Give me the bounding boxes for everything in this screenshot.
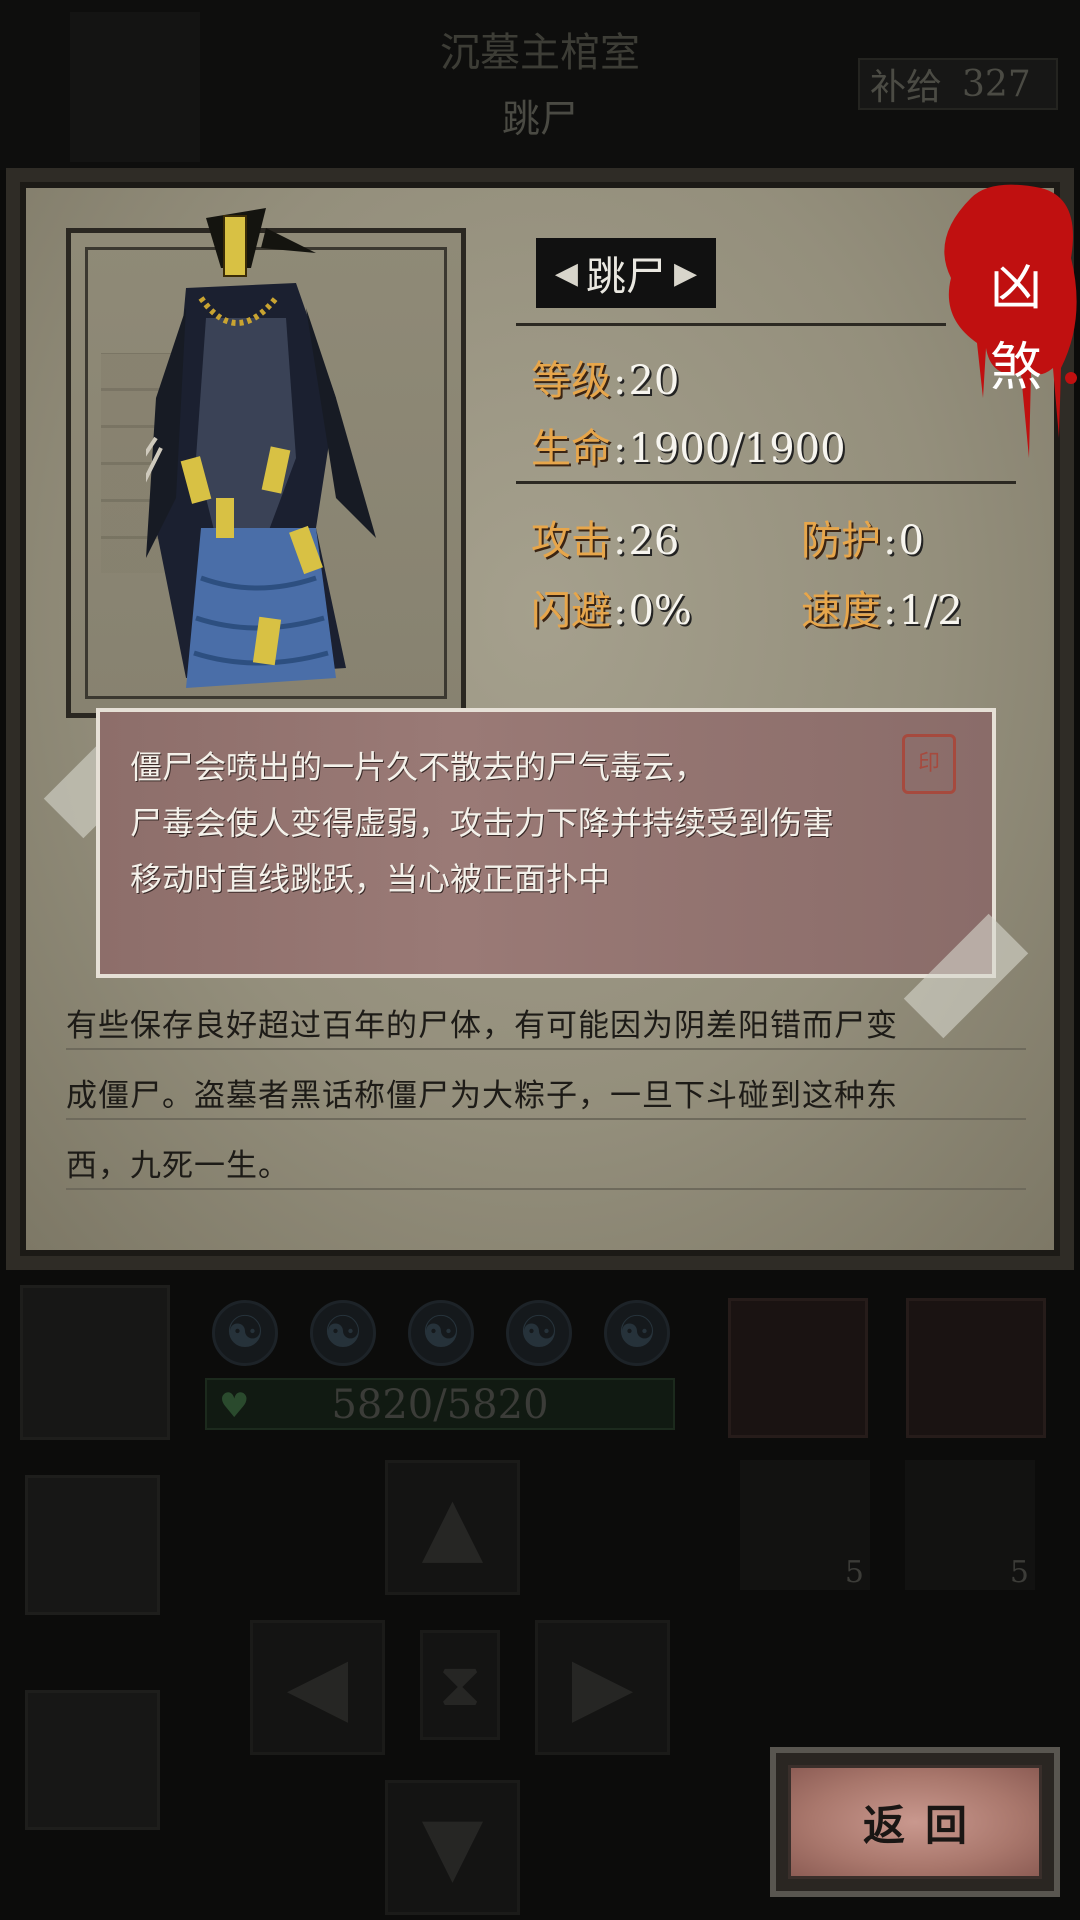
stat-value: 1/2 <box>898 588 963 634</box>
monster-name-plate: ◀ 跳尸 ▶ <box>536 238 716 308</box>
item-slot-2[interactable]: 5 <box>905 1460 1035 1590</box>
stat-label: 生命 <box>531 426 611 472</box>
lore-line: 成僵尸。盗墓者黑话称僵尸为大粽子，一旦下斗碰到这种东 <box>66 1078 898 1114</box>
yinyang-icon: ☯ <box>310 1300 376 1366</box>
supply-counter: 补给 327 <box>858 58 1058 110</box>
ability-line: 尸毒会使人变得虚弱，攻击力下降并持续受到伤害 <box>130 804 835 842</box>
stat-attack: 攻击:26 <box>531 508 679 566</box>
back-button-label: 返回 <box>862 1800 987 1850</box>
skill-slot-1[interactable] <box>728 1298 868 1438</box>
lore-line: 有些保存良好超过百年的尸体，有可能因为阴差阳错而尸变 <box>66 1008 898 1044</box>
stat-level: 等级:20 <box>531 348 679 406</box>
stat-value: 26 <box>628 518 680 564</box>
stat-label: 速度 <box>801 588 881 634</box>
rank-badge: 凶 煞 <box>981 248 1051 408</box>
stat-speed: 速度:1/2 <box>801 578 963 636</box>
skill-slot-2[interactable] <box>906 1298 1046 1438</box>
divider <box>66 1118 1026 1120</box>
top-bar: 沉墓主棺室 跳尸 补给 327 <box>0 0 1080 170</box>
yinyang-icon: ☯ <box>604 1300 670 1366</box>
stat-defense: 防护:0 <box>801 508 924 566</box>
stat-value: 20 <box>628 358 680 404</box>
move-left-button[interactable]: ◀ <box>250 1620 385 1755</box>
item-slot-1[interactable]: 5 <box>740 1460 870 1590</box>
hero-portrait-2[interactable] <box>25 1475 160 1615</box>
monster-name: 跳尸 <box>586 254 666 300</box>
ability-line: 移动时直线跳跃，当心被正面扑中 <box>130 860 611 898</box>
stat-label: 等级 <box>531 358 611 404</box>
monster-info-dialog: ◀ 跳尸 ▶ 等级:20 生命:1900/1900 攻击:26 防护:0 闪避:… <box>6 168 1077 1270</box>
item-count: 5 <box>844 1555 864 1590</box>
party-hp-bar: ♥ 5820/5820 <box>205 1378 675 1430</box>
ability-scroll: 僵尸会喷出的一片久不散去的尸气毒云， 尸毒会使人变得虚弱，攻击力下降并持续受到伤… <box>96 708 996 978</box>
jiangshi-figure-icon <box>146 208 376 688</box>
triangle-right-icon: ▶ <box>674 255 698 291</box>
back-button[interactable]: 返回 <box>770 1747 1060 1897</box>
stat-dodge: 闪避:0% <box>531 578 692 636</box>
seal-stamp-icon: 印 <box>902 734 956 794</box>
divider <box>66 1048 1026 1050</box>
yinyang-icon: ☯ <box>408 1300 474 1366</box>
stat-label: 防护 <box>801 518 881 564</box>
yinyang-icon: ☯ <box>506 1300 572 1366</box>
move-up-button[interactable]: ▲ <box>385 1460 520 1595</box>
divider <box>66 1188 1026 1190</box>
stat-value: 0% <box>628 588 692 634</box>
divider <box>516 323 946 326</box>
divider <box>516 481 1016 484</box>
hero-portrait-main[interactable] <box>20 1285 170 1440</box>
party-hp-text: 5820/5820 <box>331 1382 549 1428</box>
paper-panel: ◀ 跳尸 ▶ 等级:20 生命:1900/1900 攻击:26 防护:0 闪避:… <box>20 182 1077 1256</box>
ability-line: 僵尸会喷出的一片久不散去的尸气毒云， <box>130 748 707 786</box>
supply-value: 327 <box>962 63 1031 105</box>
yinyang-icon: ☯ <box>212 1300 278 1366</box>
stat-label: 攻击 <box>531 518 611 564</box>
triangle-left-icon: ◀ <box>554 255 578 291</box>
lore-line: 西，九死一生。 <box>66 1148 290 1184</box>
move-right-button[interactable]: ▶ <box>535 1620 670 1755</box>
move-down-button[interactable]: ▼ <box>385 1780 520 1915</box>
back-button-face[interactable]: 返回 <box>788 1765 1042 1879</box>
wait-hourglass-button[interactable]: ⧗ <box>420 1630 500 1740</box>
stat-value: 0 <box>898 518 924 564</box>
supply-label: 补给 <box>870 67 943 108</box>
stat-hp: 生命:1900/1900 <box>531 416 846 474</box>
item-count: 5 <box>1009 1555 1029 1590</box>
stat-value: 1900/1900 <box>628 426 846 472</box>
stat-label: 闪避 <box>531 588 611 634</box>
rank-char: 凶 <box>989 258 1042 318</box>
hero-portrait-3[interactable] <box>25 1690 160 1830</box>
rank-char: 煞 <box>989 338 1042 398</box>
